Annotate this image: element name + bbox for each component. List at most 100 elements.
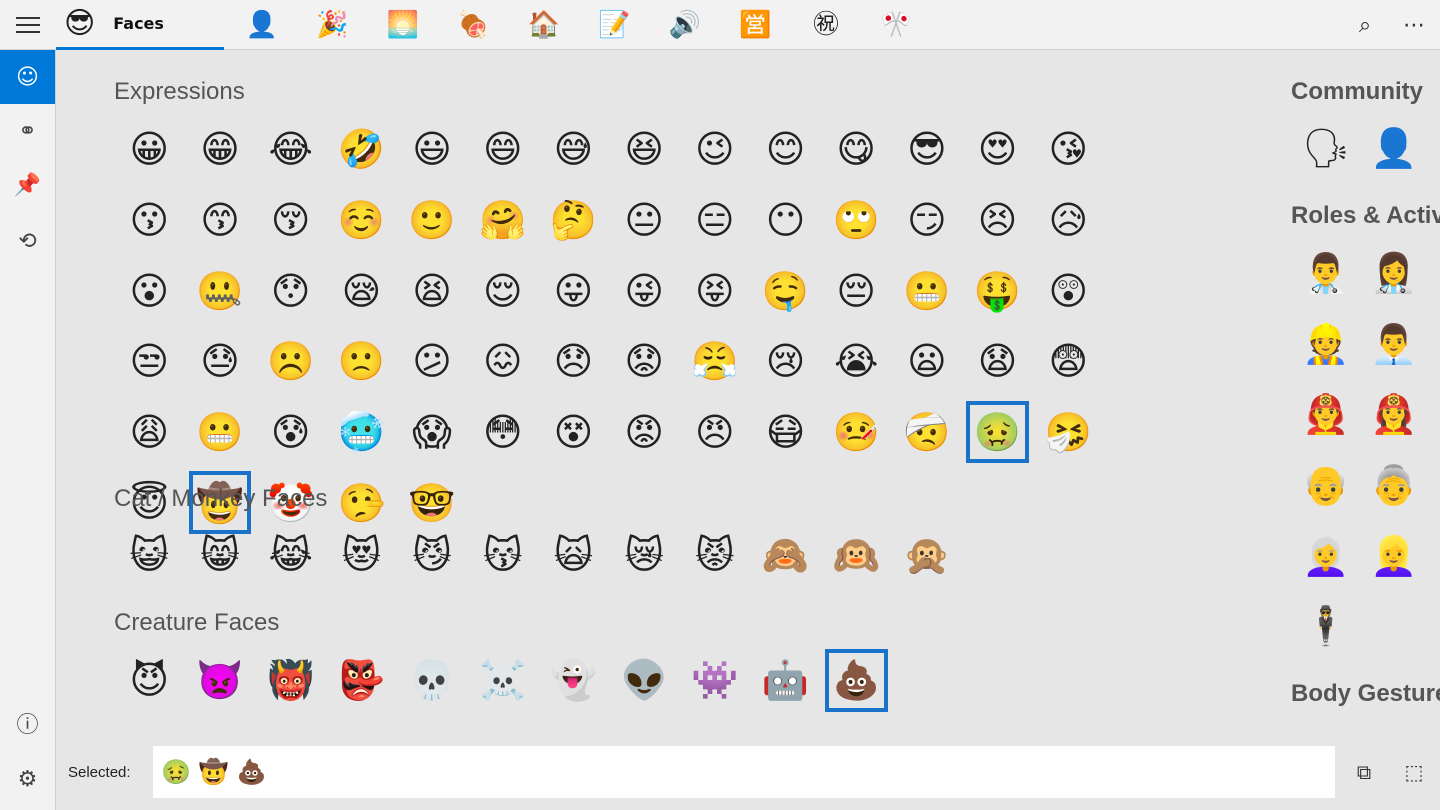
- tab-objects[interactable]: 📝: [583, 0, 647, 50]
- emoji-cell[interactable]: 🙂: [397, 185, 468, 256]
- emoji-cell[interactable]: 😡: [609, 397, 680, 468]
- selected-emoji[interactable]: 🤠: [199, 758, 229, 786]
- emoji-cell[interactable]: 😓: [185, 326, 256, 397]
- emoji-cell[interactable]: 😩: [114, 397, 185, 468]
- info-icon[interactable]: ⓘ: [0, 696, 55, 750]
- tab-celebration[interactable]: 🎉: [301, 0, 365, 50]
- emoji-cell[interactable]: 😠: [680, 397, 751, 468]
- emoji-cell[interactable]: 🙀: [538, 520, 609, 591]
- emoji-cell[interactable]: 😻: [326, 520, 397, 591]
- tab-symbols[interactable]: 🈺: [724, 0, 788, 50]
- emoji-cell[interactable]: 🤐: [185, 255, 256, 326]
- emoji-cell[interactable]: 😯: [255, 255, 326, 326]
- emoji-cell[interactable]: 😐: [609, 185, 680, 256]
- history-icon[interactable]: ⟲: [0, 214, 55, 268]
- emoji-cell[interactable]: 😫: [397, 255, 468, 326]
- emoji-cell[interactable]: 🤒: [821, 397, 892, 468]
- emoji-cell[interactable]: 😀: [114, 114, 185, 185]
- search-icon[interactable]: ⌕: [1343, 0, 1387, 50]
- emoji-cell[interactable]: 😦: [892, 326, 963, 397]
- emoji-cell[interactable]: 👽: [609, 645, 680, 716]
- emoji-cell[interactable]: 😥: [1033, 185, 1104, 256]
- emoji-cell[interactable]: 😷: [750, 397, 821, 468]
- emoji-cell[interactable]: 👹: [255, 645, 326, 716]
- emoji-cell[interactable]: ☠️: [467, 645, 538, 716]
- emoji-cell[interactable]: 👩‍⚕️: [1360, 238, 1428, 309]
- emoji-cell[interactable]: 🤤: [750, 255, 821, 326]
- emoji-cell[interactable]: 👩‍🦳: [1292, 521, 1360, 592]
- emoji-cell[interactable]: 😲: [1033, 255, 1104, 326]
- emoji-cell[interactable]: 👤: [1360, 113, 1428, 184]
- emoji-cell[interactable]: 😁: [185, 114, 256, 185]
- emoji-cell[interactable]: 🙊: [892, 520, 963, 591]
- emoji-cell[interactable]: 😒: [114, 326, 185, 397]
- emoji-cell[interactable]: 🥶: [326, 397, 397, 468]
- emoji-cell[interactable]: 😳: [467, 397, 538, 468]
- more-options-icon[interactable]: ⋯: [1392, 0, 1436, 50]
- emoji-cell[interactable]: 😍: [962, 114, 1033, 185]
- emoji-cell[interactable]: 🗣: [1292, 113, 1360, 184]
- selected-emoji[interactable]: 💩: [237, 758, 267, 786]
- emoji-cell[interactable]: 👨‍🚒: [1292, 379, 1360, 450]
- emoji-cell[interactable]: 👵: [1360, 450, 1428, 521]
- emoji-cell[interactable]: 😤: [680, 326, 751, 397]
- emoji-cell[interactable]: 😌: [467, 255, 538, 326]
- selected-emoji[interactable]: 🤢: [161, 758, 191, 786]
- emoji-cell[interactable]: 🤔: [538, 185, 609, 256]
- emoji-cell[interactable]: 👨‍💼: [1360, 309, 1428, 380]
- emoji-cell[interactable]: 👩‍🚒: [1360, 379, 1428, 450]
- emoji-cell[interactable]: 😎: [892, 114, 963, 185]
- copy-icon[interactable]: ⧉: [1344, 752, 1384, 792]
- emoji-cell[interactable]: 😋: [821, 114, 892, 185]
- emoji-cell[interactable]: 👿: [185, 645, 256, 716]
- emoji-cell[interactable]: 😼: [397, 520, 468, 591]
- tab-faces[interactable]: 😎 Faces: [56, 0, 224, 50]
- emoji-cell[interactable]: 😨: [1033, 326, 1104, 397]
- emoji-cell[interactable]: 😶: [750, 185, 821, 256]
- emoji-cell[interactable]: 😔: [821, 255, 892, 326]
- emoji-cell[interactable]: 💩: [821, 645, 892, 716]
- emoji-cell[interactable]: 😵: [538, 397, 609, 468]
- tab-flags[interactable]: 🎌: [865, 0, 929, 50]
- emoji-cell[interactable]: 👷: [1292, 309, 1360, 380]
- emoji-cell[interactable]: 😪: [326, 255, 397, 326]
- emoji-cell[interactable]: 😗: [114, 185, 185, 256]
- tab-nature[interactable]: 🌅: [371, 0, 435, 50]
- tab-people[interactable]: 👤: [230, 0, 294, 50]
- emoji-cell[interactable]: 🤑: [962, 255, 1033, 326]
- emoji-cell[interactable]: 😬: [185, 397, 256, 468]
- emoji-cell[interactable]: 🤧: [1033, 397, 1104, 468]
- emoji-cell[interactable]: 😜: [609, 255, 680, 326]
- emoji-cell[interactable]: 😞: [538, 326, 609, 397]
- emoji-cell[interactable]: 💀: [397, 645, 468, 716]
- emoji-cell[interactable]: 😮: [114, 255, 185, 326]
- emoji-cell[interactable]: 🙄: [821, 185, 892, 256]
- hamburger-menu-icon[interactable]: [0, 0, 56, 50]
- emoji-cell[interactable]: 🕴: [1292, 591, 1360, 662]
- emoji-cell[interactable]: 👴: [1292, 450, 1360, 521]
- symbols-icon[interactable]: ⚭: [0, 104, 55, 158]
- emoji-cell[interactable]: 😽: [467, 520, 538, 591]
- emoji-cell[interactable]: 😸: [185, 520, 256, 591]
- emoji-cell[interactable]: 😉: [680, 114, 751, 185]
- emoji-cell[interactable]: ☺️: [326, 185, 397, 256]
- emoji-cell[interactable]: 😢: [750, 326, 821, 397]
- emoji-cell[interactable]: 😘: [1033, 114, 1104, 185]
- emoji-cell[interactable]: 🤗: [467, 185, 538, 256]
- emoji-cell[interactable]: 🙉: [821, 520, 892, 591]
- emoji-cell[interactable]: 😈: [114, 645, 185, 716]
- emoji-cell[interactable]: 😟: [609, 326, 680, 397]
- tab-places[interactable]: 🏠: [512, 0, 576, 50]
- emoji-cell[interactable]: 😝: [680, 255, 751, 326]
- emoji-cell[interactable]: 😖: [467, 326, 538, 397]
- emoji-cell[interactable]: 😾: [680, 520, 751, 591]
- emoji-cell[interactable]: 😿: [609, 520, 680, 591]
- selected-emoji-box[interactable]: 🤢 🤠 💩: [153, 746, 1335, 798]
- emoji-cell[interactable]: 😏: [892, 185, 963, 256]
- pin-icon[interactable]: 📌: [0, 158, 55, 212]
- emoji-cell[interactable]: 😬: [892, 255, 963, 326]
- emoji-cell[interactable]: 😱: [397, 397, 468, 468]
- emoji-cell[interactable]: 🤣: [326, 114, 397, 185]
- emoji-cell[interactable]: 😙: [185, 185, 256, 256]
- emoji-cell[interactable]: 🙁: [326, 326, 397, 397]
